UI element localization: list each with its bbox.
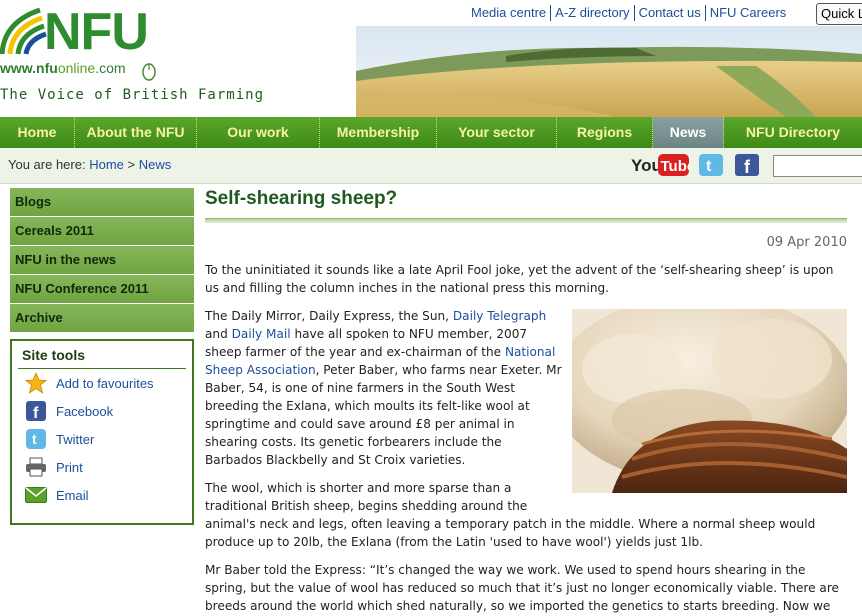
article-paragraph-1: To the uninitiated it sounds like a late… bbox=[205, 263, 834, 295]
mouse-icon bbox=[142, 63, 156, 81]
breadcrumb: You are here: Home > News bbox=[8, 157, 171, 172]
nfu-logo[interactable]: NFU www.nfuonline.com The Voice of Briti… bbox=[0, 0, 360, 117]
media-centre-link[interactable]: Media centre bbox=[467, 5, 550, 21]
logo-url: www.nfuonline.com bbox=[0, 60, 126, 76]
add-to-favourites-link[interactable]: Add to favourites bbox=[12, 369, 192, 397]
sidebar-item-nfu-in-the-news[interactable]: NFU in the news bbox=[10, 246, 194, 274]
article: Self-shearing sheep? 09 Apr 2010 To the … bbox=[205, 188, 847, 616]
nfu-careers-link[interactable]: NFU Careers bbox=[704, 5, 791, 21]
article-date: 09 Apr 2010 bbox=[766, 235, 847, 250]
daily-mail-link[interactable]: Daily Mail bbox=[232, 327, 291, 341]
left-sidebar: Blogs Cereals 2011 NFU in the news NFU C… bbox=[10, 188, 194, 525]
header-landscape-image bbox=[356, 26, 862, 117]
tool-label: Email bbox=[56, 487, 89, 503]
site-tools-title: Site tools bbox=[18, 341, 186, 369]
facebook-icon: f bbox=[24, 400, 48, 422]
nav-news[interactable]: News bbox=[653, 117, 724, 148]
title-divider bbox=[205, 218, 847, 223]
breadcrumb-bar: You are here: Home > News You Tube t f bbox=[0, 148, 862, 184]
star-icon bbox=[24, 372, 48, 394]
nav-membership[interactable]: Membership bbox=[320, 117, 437, 148]
email-link[interactable]: Email bbox=[12, 481, 192, 509]
printer-icon bbox=[24, 456, 48, 478]
tool-label: Add to favourites bbox=[56, 375, 154, 391]
nav-home[interactable]: Home bbox=[0, 117, 75, 148]
svg-text:Tube: Tube bbox=[661, 158, 690, 175]
article-title: Self-shearing sheep? bbox=[205, 188, 398, 209]
sidebar-item-blogs[interactable]: Blogs bbox=[10, 188, 194, 216]
svg-text:f: f bbox=[744, 157, 751, 176]
breadcrumb-prefix: You are here: bbox=[8, 157, 86, 172]
nav-nfu-directory[interactable]: NFU Directory bbox=[724, 117, 862, 148]
email-icon bbox=[24, 484, 48, 506]
nav-regions[interactable]: Regions bbox=[557, 117, 653, 148]
sidebar-item-archive[interactable]: Archive bbox=[10, 304, 194, 332]
quick-links-dropdown[interactable]: Quick L bbox=[816, 3, 862, 25]
logo-arcs-icon bbox=[0, 7, 47, 55]
twitter-icon: t bbox=[24, 428, 48, 450]
youtube-icon[interactable]: You Tube bbox=[631, 153, 689, 177]
contact-us-link[interactable]: Contact us bbox=[633, 5, 705, 21]
tool-label: Print bbox=[56, 459, 83, 475]
site-tagline: The Voice of British Farming bbox=[0, 87, 265, 103]
nav-our-work[interactable]: Our work bbox=[197, 117, 320, 148]
tool-label: Facebook bbox=[56, 403, 114, 419]
nav-your-sector[interactable]: Your sector bbox=[437, 117, 557, 148]
svg-text:t: t bbox=[32, 431, 37, 447]
svg-text:f: f bbox=[33, 405, 39, 421]
print-link[interactable]: Print bbox=[12, 453, 192, 481]
wool-basket-photo bbox=[572, 309, 847, 493]
sidebar-item-cereals-2011[interactable]: Cereals 2011 bbox=[10, 217, 194, 245]
site-tools-panel: Site tools Add to favourites f Facebook … bbox=[10, 339, 194, 525]
article-paragraph-4: Mr Baber told the Express: “It’s changed… bbox=[205, 563, 839, 613]
site-header: NFU www.nfuonline.com The Voice of Briti… bbox=[0, 0, 862, 117]
tool-label: Twitter bbox=[56, 431, 95, 447]
logo-wordmark: NFU bbox=[44, 3, 149, 61]
breadcrumb-separator: > bbox=[127, 157, 136, 172]
twitter-share-link[interactable]: t Twitter bbox=[12, 425, 192, 453]
daily-telegraph-link[interactable]: Daily Telegraph bbox=[453, 309, 546, 323]
main-nav: Home About the NFU Our work Membership Y… bbox=[0, 117, 862, 148]
breadcrumb-news-link[interactable]: News bbox=[139, 157, 172, 172]
utility-nav: Media centre A-Z directory Contact us NF… bbox=[467, 5, 790, 21]
facebook-share-link[interactable]: f Facebook bbox=[12, 397, 192, 425]
site-search-input[interactable] bbox=[773, 155, 862, 177]
twitter-icon[interactable]: t bbox=[699, 154, 723, 176]
facebook-icon[interactable]: f bbox=[735, 154, 759, 176]
sidebar-item-nfu-conference-2011[interactable]: NFU Conference 2011 bbox=[10, 275, 194, 303]
svg-text:t: t bbox=[706, 158, 712, 175]
article-paragraph-2: The Daily Mirror, Daily Express, the Sun… bbox=[205, 307, 847, 493]
svg-text:You: You bbox=[631, 156, 662, 175]
a-z-directory-link[interactable]: A-Z directory bbox=[550, 5, 633, 21]
nav-about-the-nfu[interactable]: About the NFU bbox=[75, 117, 197, 148]
breadcrumb-home-link[interactable]: Home bbox=[89, 157, 124, 172]
